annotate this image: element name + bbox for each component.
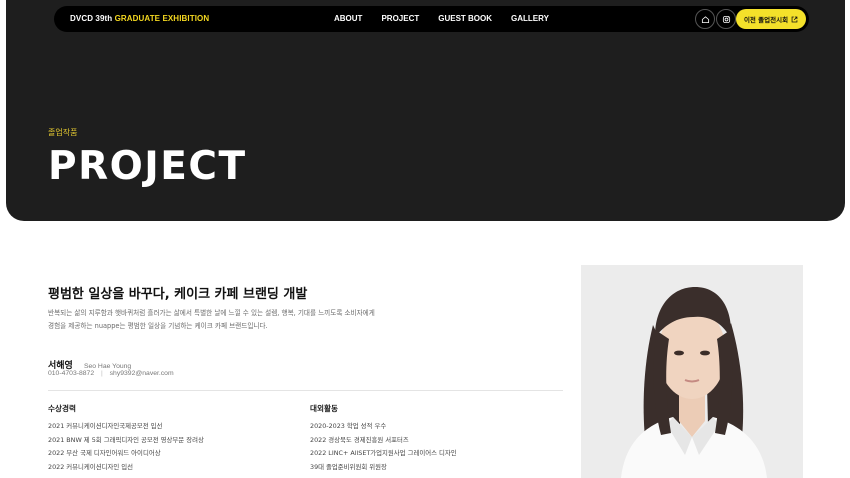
nav-link-project[interactable]: PROJECT bbox=[381, 6, 419, 32]
brand-prefix: DVCD 39th bbox=[70, 14, 113, 23]
portrait-image bbox=[581, 265, 803, 478]
brand-accent: GRADUATE EXHIBITION bbox=[114, 14, 210, 23]
external-link-icon bbox=[791, 16, 798, 22]
award-item: 2021 커뮤니케이션디자인국제공모전 입선 bbox=[48, 422, 163, 430]
project-description: 반복되는 삶의 지루함과 햇바퀴처럼 흘러가는 삶에서 특별한 날에 느낄 수 … bbox=[48, 307, 428, 333]
nav-link-gallery[interactable]: GALLERY bbox=[511, 6, 549, 32]
designer-phone: 010-4703-8872 bbox=[48, 370, 95, 377]
previous-exhibition-button[interactable]: 이전 졸업전시회 bbox=[736, 9, 806, 29]
awards-heading: 수상경력 bbox=[48, 404, 76, 413]
nav-link-about[interactable]: ABOUT bbox=[334, 6, 362, 32]
award-item: 2022 커뮤니케이션디자인 입선 bbox=[48, 462, 133, 471]
designer-contact: 010-4703-8872 | shy9392@naver.com bbox=[48, 370, 174, 377]
designer-name-english: Seo Hae Young bbox=[83, 363, 132, 370]
award-item: 2021 BNW 제 5회 그래픽디자인 공모전 영상부문 장려상 bbox=[48, 435, 204, 444]
top-navbar: DVCD 39th GRADUATE EXHIBITION ABOUT PROJ… bbox=[54, 6, 809, 32]
home-icon bbox=[701, 15, 709, 23]
activity-item: 39대 졸업준비위원회 위원장 bbox=[310, 462, 387, 471]
previous-exhibition-label: 이전 졸업전시회 bbox=[743, 16, 789, 24]
activities-heading: 대외활동 bbox=[310, 404, 338, 413]
brand-logo[interactable]: DVCD 39th GRADUATE EXHIBITION bbox=[70, 6, 209, 32]
awards-section: 수상경력 2021 커뮤니케이션디자인국제공모전 입선 2021 BNW 제 5… bbox=[48, 403, 204, 474]
activities-section: 대외활동 2020-2023 학업 성적 우수 2022 경상북도 경제진흥원 … bbox=[310, 403, 457, 474]
activity-item: 2022 LINC+ AllSET가업지원사업 그레이어스 디자인 bbox=[310, 449, 457, 457]
section-divider bbox=[48, 390, 563, 391]
page-title: PROJECT bbox=[48, 144, 247, 189]
description-line: 경험을 제공하는 nuappe는 평범한 일상을 기념하는 케이크 카페 브랜드… bbox=[48, 322, 268, 330]
activity-item: 2020-2023 학업 성적 우수 bbox=[310, 422, 387, 430]
nav-links: ABOUT PROJECT GUEST BOOK GALLERY bbox=[334, 6, 568, 32]
designer-email[interactable]: shy9392@naver.com bbox=[110, 370, 174, 377]
home-button[interactable] bbox=[695, 9, 715, 29]
activity-item: 2022 경상북도 경제진흥원 서포터즈 bbox=[310, 435, 409, 444]
instagram-button[interactable] bbox=[716, 9, 736, 29]
description-line: 반복되는 삶의 지루함과 햇바퀴처럼 흘러가는 삶에서 특별한 날에 느낄 수 … bbox=[48, 309, 375, 317]
project-title: 평범한 일상을 바꾸다, 케이크 카페 브랜딩 개발 bbox=[48, 287, 308, 302]
contact-separator: | bbox=[101, 370, 103, 377]
hero-section: DVCD 39th GRADUATE EXHIBITION ABOUT PROJ… bbox=[6, 0, 845, 221]
award-item: 2022 부산 국제 디자인어워드 아이디어상 bbox=[48, 449, 161, 457]
hero-eyebrow: 졸업작품 bbox=[48, 128, 78, 137]
nav-link-guest-book[interactable]: GUEST BOOK bbox=[438, 6, 492, 32]
instagram-icon bbox=[722, 15, 730, 23]
designer-portrait bbox=[581, 265, 803, 478]
